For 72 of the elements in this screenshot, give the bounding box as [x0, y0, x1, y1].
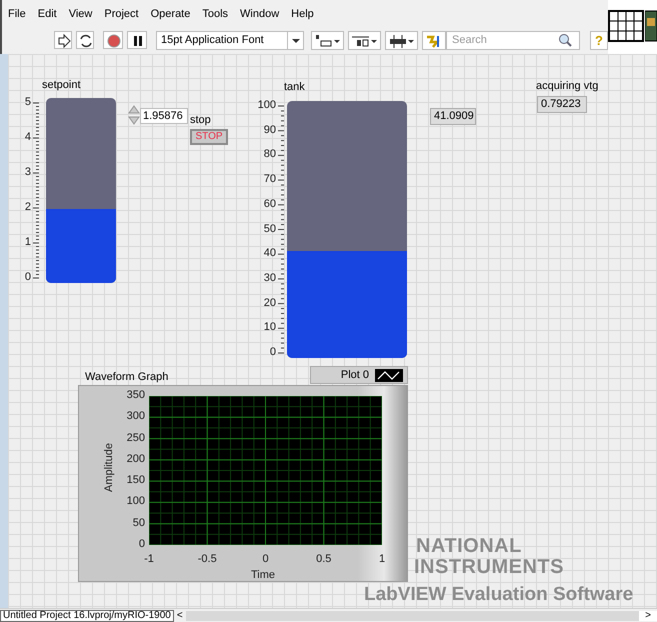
scroll-right-button[interactable]: >	[639, 610, 657, 620]
font-value: 15pt Application Font	[161, 32, 265, 48]
y-tick-label: 0	[138, 539, 145, 550]
scale-label: 50	[262, 224, 276, 234]
y-tick-label: 200	[126, 454, 145, 465]
scroll-left-button[interactable]: <	[174, 610, 186, 620]
caret-icon	[287, 32, 303, 48]
font-dropdown[interactable]: 15pt Application Font	[156, 30, 304, 50]
scale-label: 0	[268, 347, 276, 358]
menu-item[interactable]: Tools	[202, 6, 228, 22]
resize-icon[interactable]	[385, 30, 418, 50]
watermark-text: LabVIEW Evaluation Software	[364, 585, 634, 604]
y-tick-label: 50	[132, 518, 145, 529]
scale-label: 5	[24, 97, 31, 108]
menu-item[interactable]: File	[8, 6, 26, 22]
scale-label: 2	[24, 202, 31, 213]
scale-label: 4	[24, 132, 31, 143]
numeric-indicator: 41.0909	[430, 108, 476, 125]
scale-label: 90	[262, 124, 276, 136]
axis-title: Time	[251, 570, 276, 581]
gauge-label: tank	[284, 82, 305, 93]
distribute-icon[interactable]	[348, 30, 381, 50]
y-tick-label: 250	[126, 432, 145, 444]
control-label: stop	[190, 115, 211, 126]
status-target: Untitled Project 16.lvproj/myRIO-1900	[0, 610, 174, 622]
plot-legend[interactable]: Plot 0	[310, 366, 408, 384]
scale-label: 1	[24, 237, 31, 248]
scale-label: 20	[262, 298, 276, 309]
x-tick-label: 0.5	[315, 554, 332, 565]
watermark-text: NATIONAL	[416, 536, 522, 556]
scale-label: 70	[262, 174, 276, 186]
legend-text: Plot 0	[340, 370, 369, 380]
watermark-text: INSTRUMENTS	[414, 557, 564, 577]
menu-item[interactable]: Edit	[38, 6, 57, 22]
graph-label: Waveform Graph	[85, 372, 168, 383]
y-tick-label: 150	[126, 475, 145, 486]
scale-label: 0	[24, 272, 31, 283]
x-tick-label: -1	[143, 554, 155, 565]
axis-title: Amplitude	[104, 443, 115, 492]
numeric-field[interactable]: 1.95876	[140, 108, 188, 124]
numeric-indicator: 0.79223	[537, 96, 587, 113]
reorder-icon[interactable]	[422, 30, 446, 50]
gauge-label: setpoint	[42, 80, 81, 91]
pause-icon[interactable]	[127, 31, 147, 49]
align-icon[interactable]	[311, 30, 344, 50]
scale-label: 80	[262, 149, 276, 160]
menu-item[interactable]: Window	[240, 6, 280, 22]
run-continuously-icon[interactable]	[76, 31, 94, 49]
abort-icon[interactable]	[103, 31, 123, 49]
line-style-icon	[375, 368, 403, 382]
x-tick-label: -0.5	[196, 554, 218, 565]
menu-item[interactable]: View	[68, 6, 92, 22]
search-input[interactable]: Search	[447, 32, 557, 48]
scale-label: 60	[262, 198, 276, 210]
scale-label: 100	[256, 100, 276, 111]
menu-item[interactable]: Project	[104, 6, 139, 22]
scale-label: 10	[262, 322, 276, 334]
y-tick-label: 350	[126, 390, 145, 401]
x-tick-label: 0	[261, 554, 270, 565]
scrollbar[interactable]	[186, 610, 640, 620]
x-tick-label: 1	[378, 554, 386, 565]
scale-label: 30	[262, 272, 276, 284]
scale-label: 40	[262, 248, 276, 260]
vi-icon	[645, 10, 657, 42]
y-tick-label: 100	[126, 496, 145, 508]
scale-label: 3	[24, 167, 31, 178]
search-icon	[557, 32, 573, 48]
y-tick-label: 300	[126, 411, 145, 422]
menu-item[interactable]: Help	[291, 6, 314, 22]
menu-item[interactable]: Operate	[150, 6, 190, 22]
search-field[interactable]: Search	[446, 30, 580, 50]
indicator-label: acquiring vtg	[536, 81, 598, 92]
